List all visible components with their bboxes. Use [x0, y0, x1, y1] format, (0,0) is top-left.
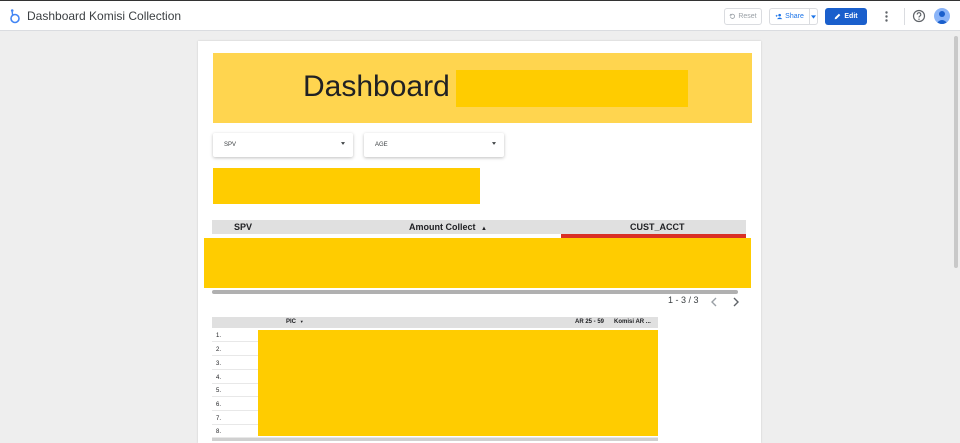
row-number: 5. [216, 388, 222, 394]
table2-col-pic-label: PIC [286, 319, 297, 325]
table2-horizontal-scrollbar[interactable] [212, 438, 658, 441]
redacted-block [213, 168, 480, 204]
table2: PIC ▼ AR 25 - 59 Komisi AR ... 1. 2. 3. … [212, 317, 658, 443]
row-number: 2. [216, 347, 222, 353]
reset-label: Reset [738, 13, 757, 20]
table2-header: PIC ▼ AR 25 - 59 Komisi AR ... [212, 317, 658, 328]
table1-col-cust-acct[interactable]: CUST_ACCT [630, 222, 685, 232]
toolbar-divider [904, 8, 905, 25]
table2-col-pic[interactable]: PIC ▼ [286, 319, 304, 325]
row-number: 1. [216, 333, 222, 339]
row-number: 4. [216, 375, 222, 381]
table2-col-komisi-ar[interactable]: Komisi AR ... [614, 319, 651, 325]
more-options-button[interactable] [878, 8, 895, 25]
caret-down-icon [341, 142, 345, 145]
reset-button[interactable]: Reset [724, 8, 762, 25]
report-title[interactable]: Dashboard Komisi Collection [27, 9, 181, 23]
table2-col-ar-25-59[interactable]: AR 25 - 59 [575, 319, 604, 325]
table1-header: SPV Amount Collect ▲ CUST_ACCT [212, 220, 746, 234]
table1-col-spv[interactable]: SPV [234, 222, 252, 232]
redacted-block [456, 70, 688, 107]
table1-col-amount-collect[interactable]: Amount Collect ▲ [409, 222, 487, 232]
edit-button[interactable]: Edit [825, 8, 867, 25]
table1-pagination: 1 - 3 / 3 [668, 295, 699, 305]
row-number: 3. [216, 361, 222, 367]
reset-icon [729, 13, 736, 19]
help-icon[interactable] [912, 9, 926, 23]
row-number: 8. [216, 429, 222, 435]
filter-age-label: AGE [375, 142, 388, 148]
table1-col-amount-collect-label: Amount Collect [409, 222, 476, 232]
chevron-left-icon[interactable] [710, 297, 718, 307]
filter-age[interactable]: AGE [364, 133, 504, 157]
looker-studio-logo-icon[interactable] [9, 8, 21, 24]
avatar-icon[interactable] [934, 8, 950, 24]
filter-spv-label: SPV [224, 142, 237, 148]
row-number: 7. [216, 416, 222, 422]
share-button[interactable]: Share [769, 8, 809, 25]
page-scrollbar-thumb[interactable] [954, 36, 958, 268]
redacted-block [258, 330, 658, 436]
share-label: Share [785, 13, 804, 20]
more-vert-icon [885, 11, 888, 22]
caret-down-icon [811, 14, 816, 19]
sort-asc-icon: ▲ [481, 226, 487, 232]
caret-down-icon [492, 142, 496, 145]
pencil-icon [835, 13, 841, 20]
chevron-right-icon[interactable] [732, 297, 740, 307]
table1-horizontal-scrollbar[interactable] [212, 290, 738, 294]
sort-desc-icon: ▼ [299, 319, 304, 324]
app-header: Dashboard Komisi Collection Reset Share … [0, 0, 960, 31]
share-dropdown-button[interactable] [809, 8, 818, 25]
redacted-block [204, 238, 751, 288]
title-banner: Dashboard [213, 53, 752, 123]
row-number: 6. [216, 402, 222, 408]
edit-label: Edit [844, 13, 858, 20]
banner-title: Dashboard [303, 70, 450, 103]
report-canvas: Dashboard SPV AGE SPV Amount Collect ▲ C… [198, 41, 761, 443]
add-person-icon [775, 13, 783, 20]
filter-spv[interactable]: SPV [213, 133, 353, 157]
